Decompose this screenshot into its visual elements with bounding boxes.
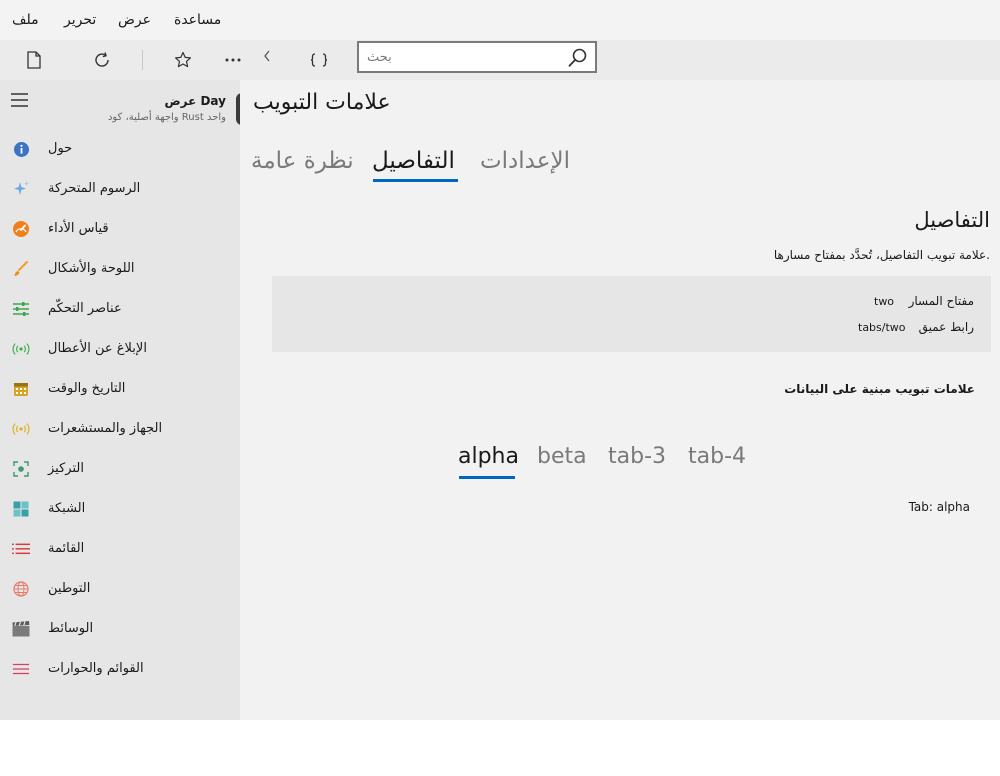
sidebar: عرض Day واجهة أصلية، كود Rust واحد حول ا… [0, 80, 244, 720]
menu-file[interactable]: ملف [12, 12, 39, 28]
menu-lines-icon [12, 660, 30, 678]
sidebar-item-label: قياس الأداء [48, 221, 109, 236]
route-key-value: two [874, 295, 895, 308]
hamburger-icon[interactable] [8, 90, 32, 110]
refresh-icon [95, 52, 109, 67]
new-document-icon [27, 51, 41, 69]
sidebar-item-label: الوسائط [48, 621, 94, 636]
new-document-button[interactable] [21, 48, 47, 72]
gauge-icon [12, 220, 30, 238]
grid-icon [12, 500, 30, 518]
sidebar-item-grid[interactable]: الشبكة [0, 489, 240, 529]
sidebar-item-label: التركيز [48, 461, 84, 476]
sidebar-item-label: الجهاز والمستشعرات [48, 421, 163, 436]
sidebar-item-menus-dialogs[interactable]: القوائم والحوارات [0, 649, 240, 689]
data-tab-4[interactable]: tab-4 [688, 444, 746, 469]
section-title: التفاصيل [914, 208, 990, 232]
clapperboard-icon [12, 620, 30, 638]
sidebar-item-list[interactable]: القائمة [0, 529, 240, 569]
tab-details[interactable]: التفاصيل [372, 148, 455, 174]
sidebar-item-label: اللوحة والأشكال [48, 261, 135, 276]
info-icon [12, 140, 30, 158]
sidebar-item-device-sensors[interactable]: الجهاز والمستشعرات [0, 409, 240, 449]
app-subtitle: واجهة أصلية، كود Rust واحد [107, 112, 226, 123]
search-box[interactable] [357, 41, 597, 73]
tab-overview[interactable]: نظرة عامة [251, 148, 354, 174]
star-icon [175, 51, 191, 68]
back-button[interactable] [254, 44, 280, 68]
sidebar-item-label: حول [48, 141, 73, 156]
sidebar-item-crash-reporting[interactable]: الإبلاغ عن الأعطال [0, 329, 240, 369]
route-key-label: مفتاح المسار [908, 294, 974, 308]
sidebar-item-label: التوطين [48, 581, 91, 596]
search-input[interactable] [367, 43, 557, 71]
deep-link-label: رابط عميق [918, 320, 974, 334]
more-icon [225, 58, 241, 62]
sidebar-item-canvas[interactable]: اللوحة والأشكال [0, 249, 240, 289]
sidebar-item-label: الإبلاغ عن الأعطال [48, 341, 147, 356]
favorite-button[interactable] [170, 48, 196, 72]
tab-content-text: Tab: alpha [908, 500, 970, 514]
sidebar-item-localization[interactable]: التوطين [0, 569, 240, 609]
sidebar-item-label: الشبكة [48, 501, 86, 516]
data-tab-alpha[interactable]: alpha [458, 444, 519, 469]
sidebar-item-label: الرسوم المتحركة [48, 181, 141, 196]
sliders-icon [12, 300, 30, 318]
sidebar-item-animations[interactable]: الرسوم المتحركة [0, 169, 240, 209]
active-tab-indicator [373, 179, 458, 182]
menu-edit[interactable]: تحرير [64, 12, 96, 28]
sidebar-item-label: القائمة [48, 541, 85, 556]
sidebar-item-date-time[interactable]: التاريخ والوقت [0, 369, 240, 409]
sidebar-item-about[interactable]: حول [0, 129, 240, 169]
page-title: علامات التبويب [253, 90, 391, 115]
tab-settings[interactable]: الإعدادات [480, 148, 570, 174]
toolbar-separator [142, 50, 143, 70]
sparkles-icon [12, 180, 30, 198]
braces-icon [310, 53, 328, 67]
menu-help[interactable]: مساعدة [174, 12, 221, 28]
menu-bar: ملف تحرير عرض مساعدة [0, 0, 1000, 40]
route-info-panel: مفتاح المسار two رابط عميق tabs/two [272, 276, 991, 352]
more-button[interactable] [220, 48, 246, 72]
refresh-button[interactable] [89, 48, 115, 72]
sidebar-item-label: القوائم والحوارات [48, 661, 144, 676]
sensor-icon [12, 420, 30, 438]
broadcast-icon [12, 340, 30, 358]
sidebar-item-media[interactable]: الوسائط [0, 609, 240, 649]
deep-link-value: tabs/two [858, 321, 906, 334]
brush-icon [12, 260, 30, 278]
active-data-tab-indicator [459, 476, 515, 479]
sidebar-item-label: التاريخ والوقت [48, 381, 126, 396]
section-description: علامة تبويب التفاصيل، تُحدَّد بمفتاح مسا… [773, 248, 990, 262]
chevron-left-icon [264, 50, 270, 62]
focus-icon [12, 460, 30, 478]
code-button[interactable] [306, 48, 332, 72]
main-content: علامات التبويب الإعدادات التفاصيل نظرة ع… [240, 80, 1000, 720]
sidebar-item-controls[interactable]: عناصر التحكّم [0, 289, 240, 329]
sidebar-item-benchmark[interactable]: قياس الأداء [0, 209, 240, 249]
data-tab-beta[interactable]: beta [537, 444, 587, 469]
calendar-icon [12, 380, 30, 398]
sidebar-item-focus[interactable]: التركيز [0, 449, 240, 489]
menu-view[interactable]: عرض [118, 12, 151, 28]
app-title: عرض Day [164, 94, 226, 108]
list-icon [12, 540, 30, 558]
data-tabs-title: علامات تبويب مبنية على البيانات [784, 382, 975, 396]
globe-icon [12, 580, 30, 598]
sidebar-item-label: عناصر التحكّم [48, 301, 122, 316]
search-icon[interactable] [567, 47, 589, 69]
data-tab-3[interactable]: tab-3 [608, 444, 666, 469]
